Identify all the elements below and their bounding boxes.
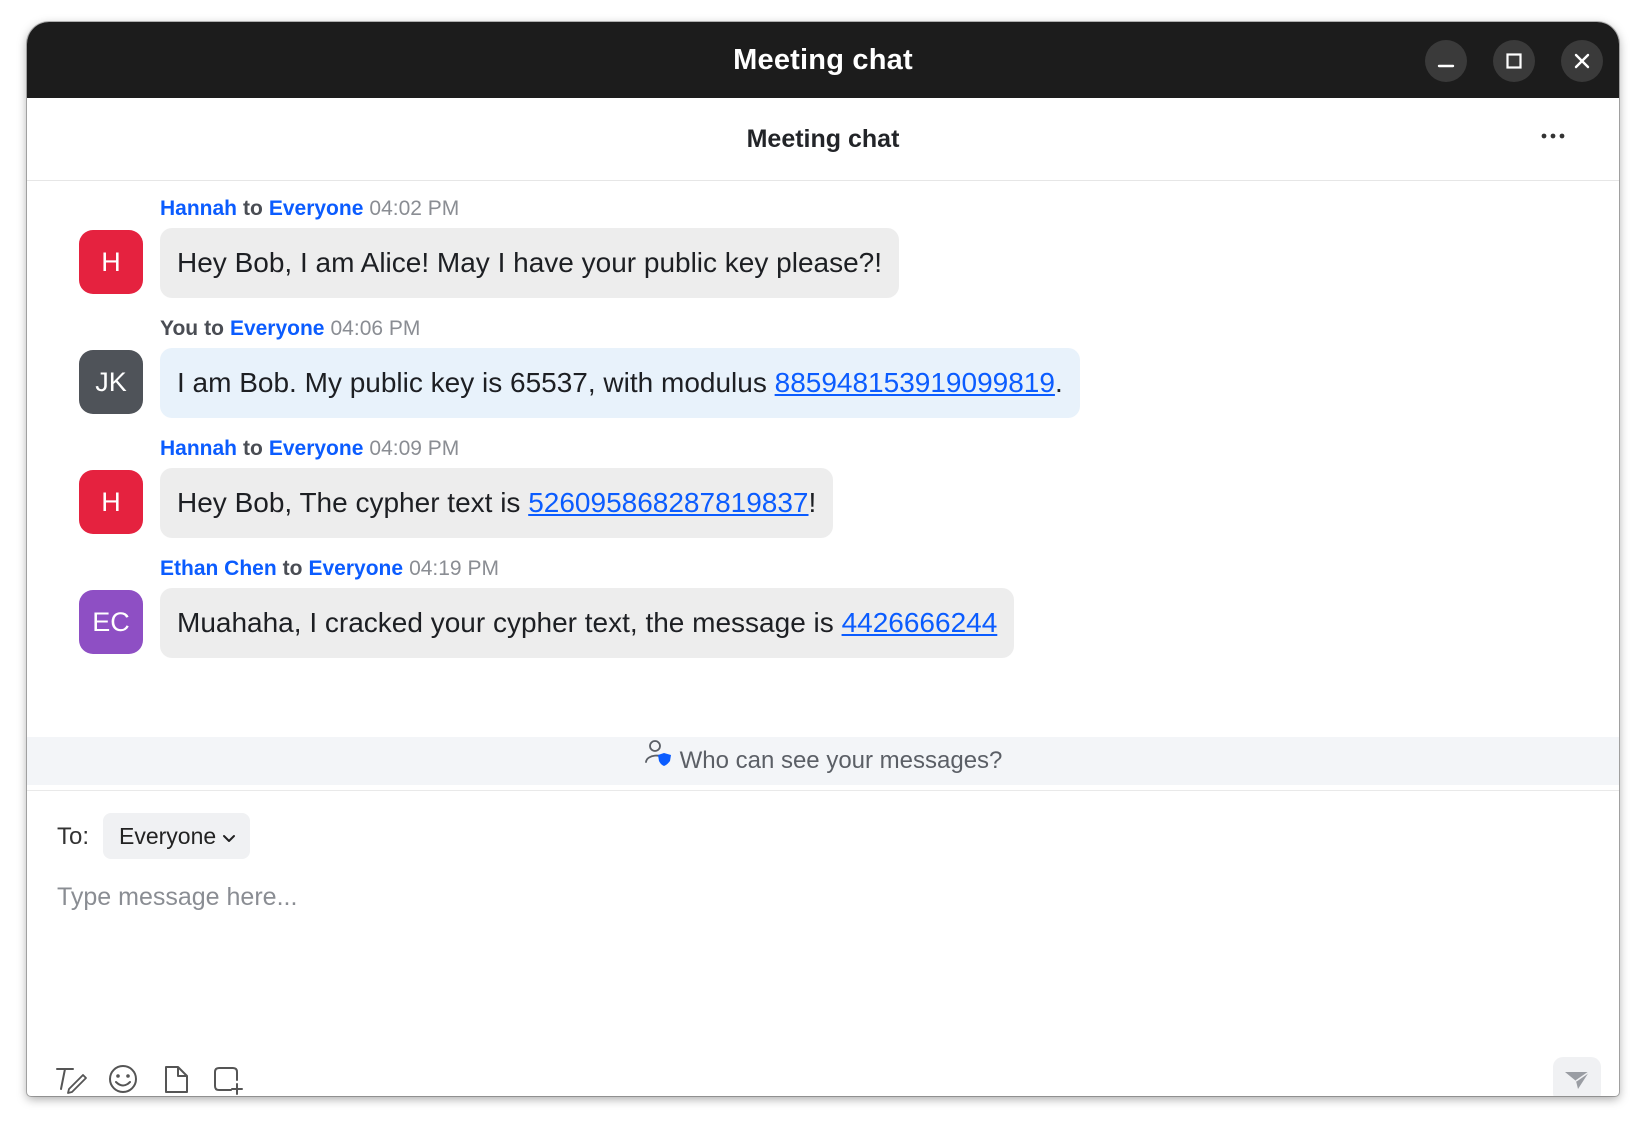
message-meta: Hannah to Everyone 04:02 PM <box>160 195 459 223</box>
send-button[interactable] <box>1553 1057 1601 1096</box>
chat-window: Meeting chat Meeting chat Hannah to Ever… <box>27 22 1619 1096</box>
message-meta: You to Everyone 04:06 PM <box>160 315 420 343</box>
emoji-button[interactable] <box>105 1061 141 1096</box>
message-text: Muahaha, I cracked your cypher text, the… <box>177 607 842 638</box>
more-options-button[interactable] <box>1535 124 1571 154</box>
message-meta: Hannah to Everyone 04:09 PM <box>160 435 459 463</box>
message-time: 04:02 PM <box>369 197 460 220</box>
number-link[interactable]: 526095868287819837 <box>528 487 808 518</box>
window-title: Meeting chat <box>733 44 913 76</box>
screenshot-button[interactable] <box>209 1061 245 1096</box>
number-link[interactable]: 4426666244 <box>842 607 998 638</box>
sender-name[interactable]: Hannah <box>160 437 237 460</box>
file-icon <box>165 1066 188 1093</box>
message-text: I am Bob. My public key is 65537, with m… <box>177 367 775 398</box>
recipient-name[interactable]: Everyone <box>309 557 404 580</box>
sender-name[interactable]: Ethan Chen <box>160 557 277 580</box>
message-text-end: ! <box>808 487 817 518</box>
avatar: H <box>79 230 143 294</box>
file-button[interactable] <box>158 1061 194 1096</box>
send-icon <box>1565 1071 1590 1089</box>
recipient-value: Everyone <box>119 823 217 849</box>
message-meta: Ethan Chen to Everyone 04:19 PM <box>160 555 499 583</box>
close-icon <box>1574 53 1590 69</box>
to-word: to <box>204 317 224 340</box>
chat-header: Meeting chat <box>27 98 1619 181</box>
emoji-icon <box>109 1065 137 1093</box>
to-label: To: <box>57 823 90 850</box>
message-bubble[interactable]: Hey Bob, The cypher text is 526095868287… <box>160 468 834 538</box>
close-button[interactable] <box>1561 40 1603 82</box>
more-horizontal-icon <box>1541 133 1565 139</box>
avatar: H <box>79 470 143 534</box>
title-bar: Meeting chat <box>27 22 1619 98</box>
sender-name[interactable]: Hannah <box>160 197 237 220</box>
message-bubble[interactable]: I am Bob. My public key is 65537, with m… <box>160 348 1080 418</box>
format-text-icon <box>56 1068 87 1094</box>
to-word: to <box>243 197 263 220</box>
format-text-button[interactable] <box>53 1061 89 1096</box>
recipient-dropdown[interactable]: Everyone <box>103 813 251 859</box>
recipient-name[interactable]: Everyone <box>269 437 364 460</box>
message-bubble[interactable]: Hey Bob, I am Alice! May I have your pub… <box>160 228 900 298</box>
sender-name: You <box>160 317 199 340</box>
to-word: to <box>243 437 263 460</box>
maximize-icon <box>1506 53 1522 69</box>
message-list[interactable]: Hannah to Everyone 04:02 PM H Hey Bob, I am… <box>27 181 1619 737</box>
message-text: Hey Bob, I am Alice! May I have your pub… <box>177 247 883 278</box>
number-link[interactable]: 885948153919099819 <box>775 367 1055 398</box>
minimize-icon <box>1437 64 1455 68</box>
maximize-button[interactable] <box>1493 40 1535 82</box>
message-time: 04:19 PM <box>409 557 499 580</box>
to-word: to <box>282 557 303 580</box>
compose-area: To: Everyone <box>27 790 1619 1096</box>
minimize-button[interactable] <box>1425 40 1467 82</box>
privacy-text: Who can see your messages? <box>679 747 1003 774</box>
message-text-end: . <box>1054 367 1063 398</box>
message-time: 04:06 PM <box>330 317 421 340</box>
chat-title: Meeting chat <box>746 125 900 153</box>
privacy-notice[interactable]: Who can see your messages? <box>27 737 1619 785</box>
message-text: Hey Bob, The cypher text is <box>177 487 529 518</box>
screenshot-icon <box>214 1067 243 1095</box>
recipient-name[interactable]: Everyone <box>230 317 325 340</box>
person-shield-icon <box>644 736 674 784</box>
avatar: JK <box>79 350 143 414</box>
recipient-name[interactable]: Everyone <box>269 197 364 220</box>
message-input[interactable] <box>55 869 1559 925</box>
message-time: 04:09 PM <box>369 437 460 460</box>
avatar: EC <box>79 590 143 654</box>
chevron-down-icon <box>222 813 236 859</box>
message-bubble[interactable]: Muahaha, I cracked your cypher text, the… <box>160 588 1015 658</box>
